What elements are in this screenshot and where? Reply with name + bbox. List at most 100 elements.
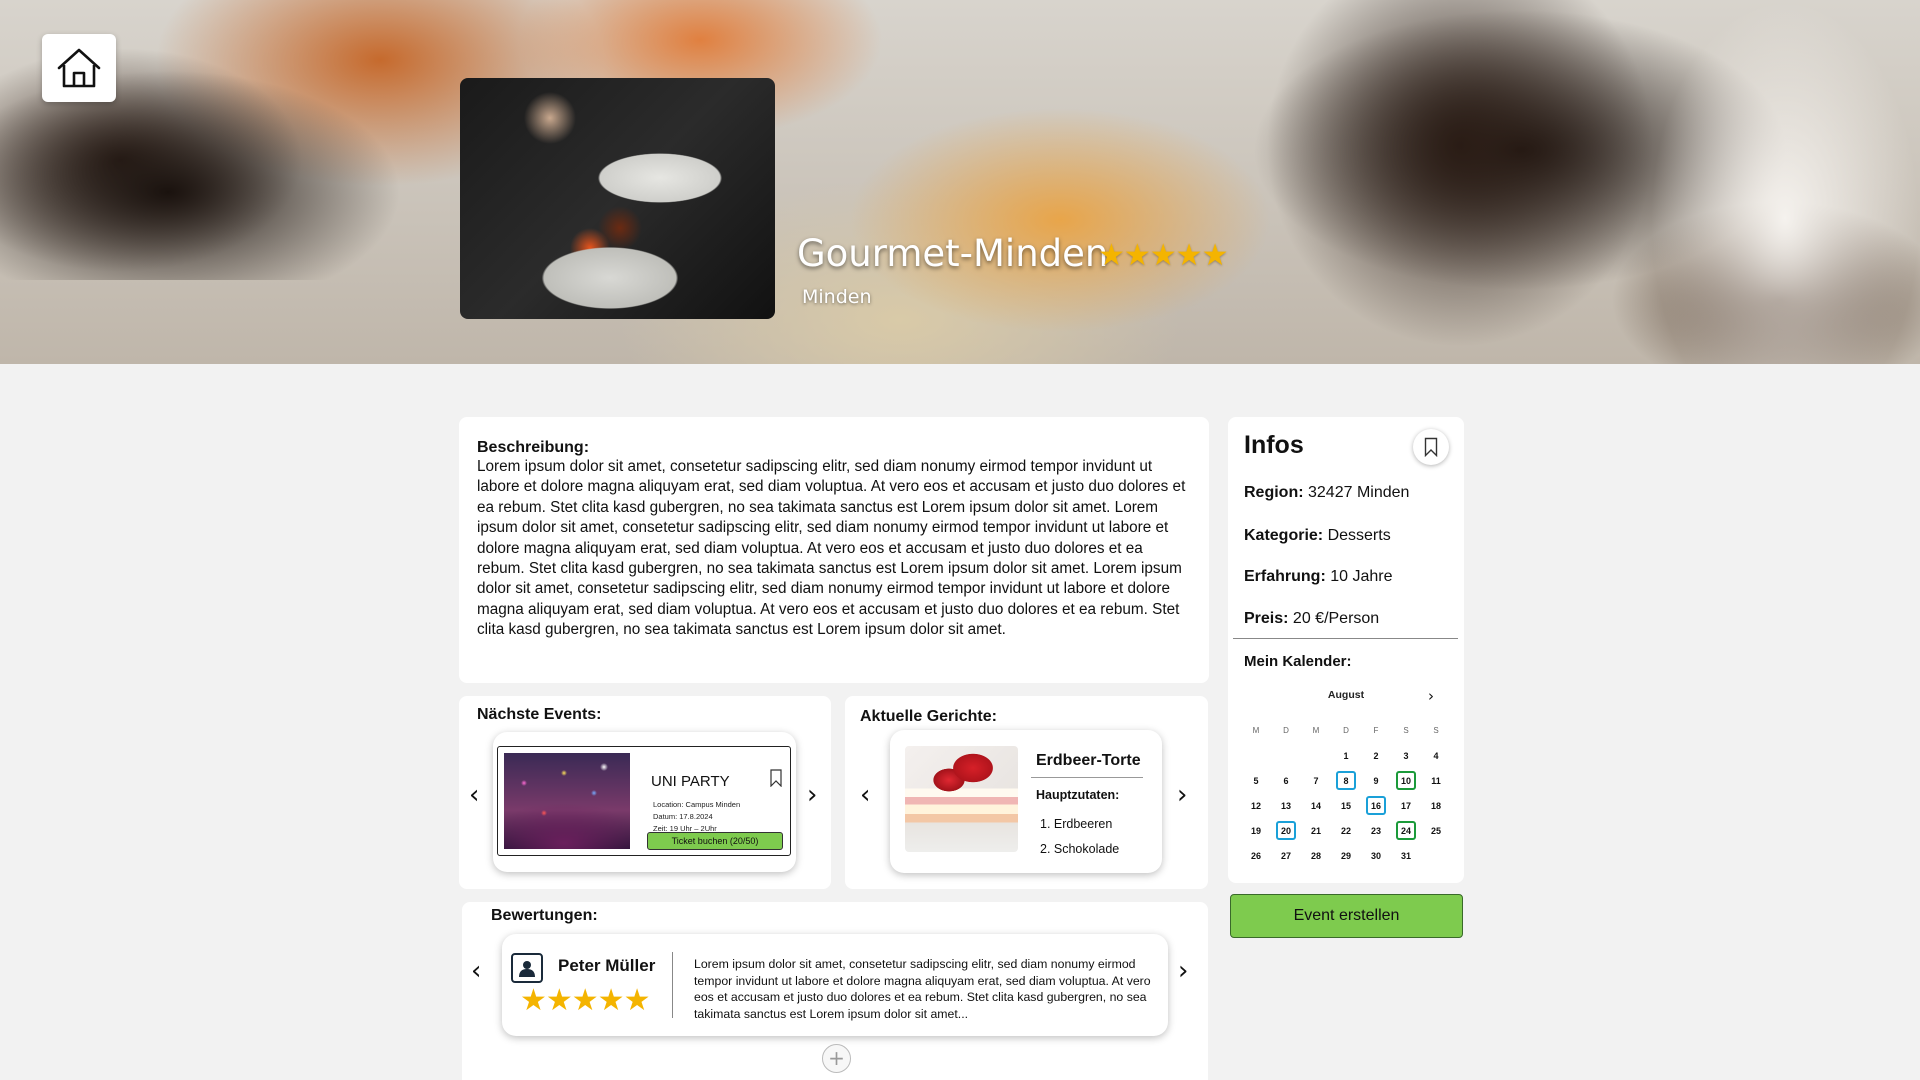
hero-background-blur — [1250, 0, 1670, 364]
calendar-day-number: 1 — [1343, 750, 1349, 761]
calendar-day[interactable]: 8 — [1331, 768, 1361, 793]
calendar-day-number — [1246, 746, 1266, 765]
description-label: Beschreibung: — [477, 439, 590, 456]
calendar-next-button[interactable]: › — [1428, 687, 1434, 705]
calendar-day[interactable]: 9 — [1361, 768, 1391, 793]
calendar-day-number: 10 — [1396, 771, 1416, 790]
calendar-day[interactable]: 20 — [1271, 818, 1301, 843]
events-label: Nächste Events: — [477, 706, 602, 723]
calendar-day[interactable]: 26 — [1241, 843, 1271, 868]
info-title: Infos — [1244, 431, 1304, 459]
calendar-day[interactable]: 23 — [1361, 818, 1391, 843]
calendar-day-number: 13 — [1280, 800, 1291, 811]
calendar-day-number: 25 — [1430, 825, 1441, 836]
events-next-button[interactable]: › — [807, 782, 817, 808]
calendar-day[interactable]: 31 — [1391, 843, 1421, 868]
calendar-day[interactable]: 10 — [1391, 768, 1421, 793]
info-price: Preis: 20 €/Person — [1244, 610, 1380, 627]
hero-banner — [0, 0, 1920, 364]
info-category: Kategorie: Desserts — [1244, 527, 1391, 544]
calendar-day[interactable]: 7 — [1301, 768, 1331, 793]
calendar-day-number — [1426, 846, 1446, 865]
calendar-day-number: 4 — [1433, 750, 1439, 761]
dishes-card: Aktuelle Gerichte: ‹ › Erdbeer-Torte Hau… — [845, 696, 1208, 889]
calendar-day-number: 9 — [1373, 775, 1379, 786]
event-title: UNI PARTY — [651, 773, 730, 790]
calendar-weekday: M — [1252, 726, 1260, 735]
dish-title: Erdbeer-Torte — [1036, 752, 1141, 769]
dishes-label: Aktuelle Gerichte: — [860, 708, 997, 725]
calendar-day[interactable]: 11 — [1421, 768, 1451, 793]
restaurant-photo — [460, 78, 775, 319]
calendar-day-number: 8 — [1336, 771, 1356, 790]
calendar-day-number: 23 — [1370, 825, 1381, 836]
calendar-day[interactable]: 6 — [1271, 768, 1301, 793]
calendar-empty — [1301, 743, 1331, 768]
review-item: Peter Müller ★★★★★ Lorem ipsum dolor sit… — [502, 934, 1168, 1036]
events-prev-button[interactable]: ‹ — [469, 782, 479, 808]
calendar-day-number: 31 — [1400, 850, 1411, 861]
calendar-day-number — [1276, 746, 1296, 765]
calendar-day-number: 2 — [1373, 750, 1379, 761]
create-event-button[interactable]: Event erstellen — [1230, 894, 1463, 938]
calendar-day-number: 17 — [1400, 800, 1411, 811]
plus-icon: + — [828, 1046, 845, 1070]
calendar-day[interactable]: 28 — [1301, 843, 1331, 868]
calendar-day[interactable]: 4 — [1421, 743, 1451, 768]
calendar-day[interactable]: 22 — [1331, 818, 1361, 843]
calendar-day[interactable]: 27 — [1271, 843, 1301, 868]
dishes-prev-button[interactable]: ‹ — [860, 782, 870, 808]
calendar-day-number: 12 — [1250, 800, 1261, 811]
event-details: Location: Campus Minden Datum: 17.8.2024… — [653, 799, 740, 835]
event-bookmark-button[interactable] — [770, 769, 782, 792]
calendar-day-number: 30 — [1370, 850, 1381, 861]
calendar-day[interactable]: 2 — [1361, 743, 1391, 768]
calendar-day[interactable]: 12 — [1241, 793, 1271, 818]
calendar-weekday: M — [1312, 726, 1320, 735]
calendar-day[interactable]: 16 — [1361, 793, 1391, 818]
calendar-day-number: 7 — [1313, 775, 1319, 786]
review-text: Lorem ipsum dolor sit amet, consetetur s… — [694, 957, 1151, 1022]
event-location: Location: Campus Minden — [653, 800, 741, 809]
info-experience: Erfahrung: 10 Jahre — [1244, 568, 1393, 585]
calendar-day-number: 3 — [1403, 750, 1409, 761]
add-review-button[interactable]: + — [822, 1044, 851, 1073]
calendar-day-number: 22 — [1340, 825, 1351, 836]
reviews-prev-button[interactable]: ‹ — [471, 958, 481, 984]
calendar-day[interactable]: 19 — [1241, 818, 1271, 843]
calendar-day[interactable]: 5 — [1241, 768, 1271, 793]
calendar-empty — [1271, 743, 1301, 768]
calendar-day-number: 28 — [1310, 850, 1321, 861]
calendar-day[interactable]: 13 — [1271, 793, 1301, 818]
calendar-empty — [1241, 743, 1271, 768]
calendar-day-number: 6 — [1283, 775, 1289, 786]
event-date: Datum: 17.8.2024 — [653, 812, 713, 821]
calendar-day[interactable]: 1 — [1331, 743, 1361, 768]
calendar-day[interactable]: 29 — [1331, 843, 1361, 868]
calendar-day[interactable]: 15 — [1331, 793, 1361, 818]
calendar-day[interactable]: 14 — [1301, 793, 1331, 818]
event-item[interactable]: UNI PARTY Location: Campus Minden Datum:… — [493, 732, 796, 872]
calendar-day-number: 11 — [1431, 775, 1441, 786]
calendar-day-number: 29 — [1340, 850, 1351, 861]
calendar-day[interactable]: 3 — [1391, 743, 1421, 768]
home-icon — [57, 48, 101, 88]
calendar-day[interactable]: 24 — [1391, 818, 1421, 843]
calendar-day[interactable]: 30 — [1361, 843, 1391, 868]
dishes-next-button[interactable]: › — [1177, 782, 1187, 808]
divider — [1233, 638, 1458, 639]
calendar-weekday: S — [1433, 726, 1439, 735]
book-ticket-button[interactable]: Ticket buchen (20/50) — [647, 832, 783, 850]
rating-stars: ★★★★★ — [1098, 239, 1228, 272]
calendar-day[interactable]: 25 — [1421, 818, 1451, 843]
bookmark-button[interactable] — [1413, 429, 1449, 465]
avatar — [511, 953, 543, 983]
reviews-next-button[interactable]: › — [1178, 958, 1188, 984]
calendar-day[interactable]: 21 — [1301, 818, 1331, 843]
event-image — [504, 753, 630, 849]
dish-item[interactable]: Erdbeer-Torte Hauptzutaten: 1. Erdbeeren… — [890, 730, 1162, 873]
calendar-day[interactable]: 17 — [1391, 793, 1421, 818]
home-button[interactable] — [42, 34, 116, 102]
calendar-day[interactable]: 18 — [1421, 793, 1451, 818]
calendar-day-number: 18 — [1430, 800, 1441, 811]
